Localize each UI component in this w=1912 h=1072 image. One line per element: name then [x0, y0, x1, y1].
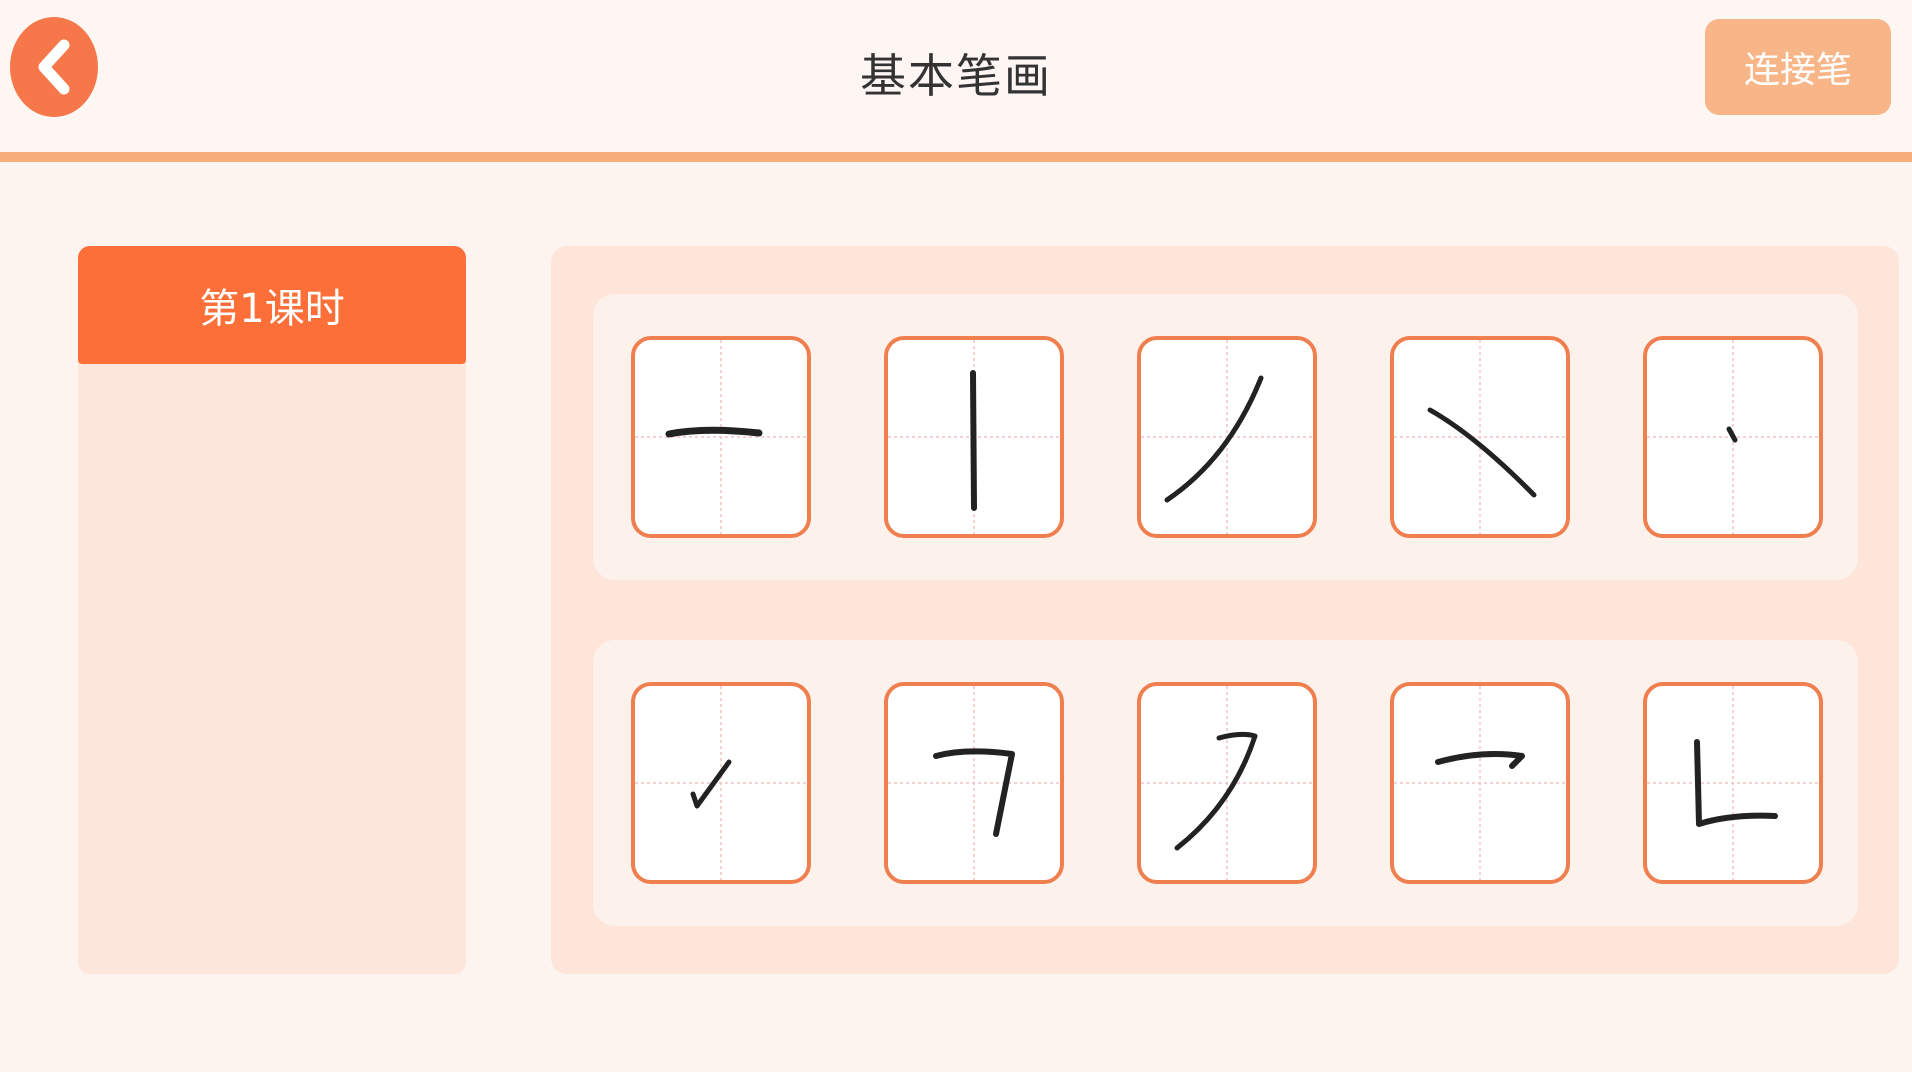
app-window: 基本笔画 连接笔 第1课时 [0, 0, 1912, 1072]
hengpie-stroke-icon [1141, 686, 1313, 880]
sidebar-item-lesson-1[interactable]: 第1课时 [78, 246, 466, 364]
stroke-panel [551, 246, 1899, 974]
header-bar: 基本笔画 连接笔 [0, 0, 1912, 152]
shuzhe-stroke-icon [1647, 686, 1819, 880]
hengzhe-stroke-icon [888, 686, 1060, 880]
stroke-row-1 [593, 294, 1858, 580]
stroke-card-dian[interactable] [1643, 336, 1823, 538]
stroke-row-2 [593, 640, 1858, 926]
dian-stroke-icon [1647, 340, 1819, 534]
shu-stroke-icon [888, 340, 1060, 534]
na-stroke-icon [1394, 340, 1566, 534]
connect-pen-button[interactable]: 连接笔 [1705, 19, 1891, 115]
henggou-stroke-icon [1394, 686, 1566, 880]
pie-stroke-icon [1141, 340, 1313, 534]
stroke-card-ti[interactable] [631, 682, 811, 884]
stroke-card-shu[interactable] [884, 336, 1064, 538]
stroke-card-na[interactable] [1390, 336, 1570, 538]
stroke-card-henggou[interactable] [1390, 682, 1570, 884]
lesson-sidebar: 第1课时 [78, 246, 466, 974]
heng-stroke-icon [635, 340, 807, 534]
ti-stroke-icon [635, 686, 807, 880]
page-title: 基本笔画 [860, 49, 1052, 103]
stroke-card-hengpie[interactable] [1137, 682, 1317, 884]
stroke-card-pie[interactable] [1137, 336, 1317, 538]
stroke-card-shuzhe[interactable] [1643, 682, 1823, 884]
header-divider [0, 152, 1912, 162]
stroke-card-hengzhe[interactable] [884, 682, 1064, 884]
stroke-card-heng[interactable] [631, 336, 811, 538]
